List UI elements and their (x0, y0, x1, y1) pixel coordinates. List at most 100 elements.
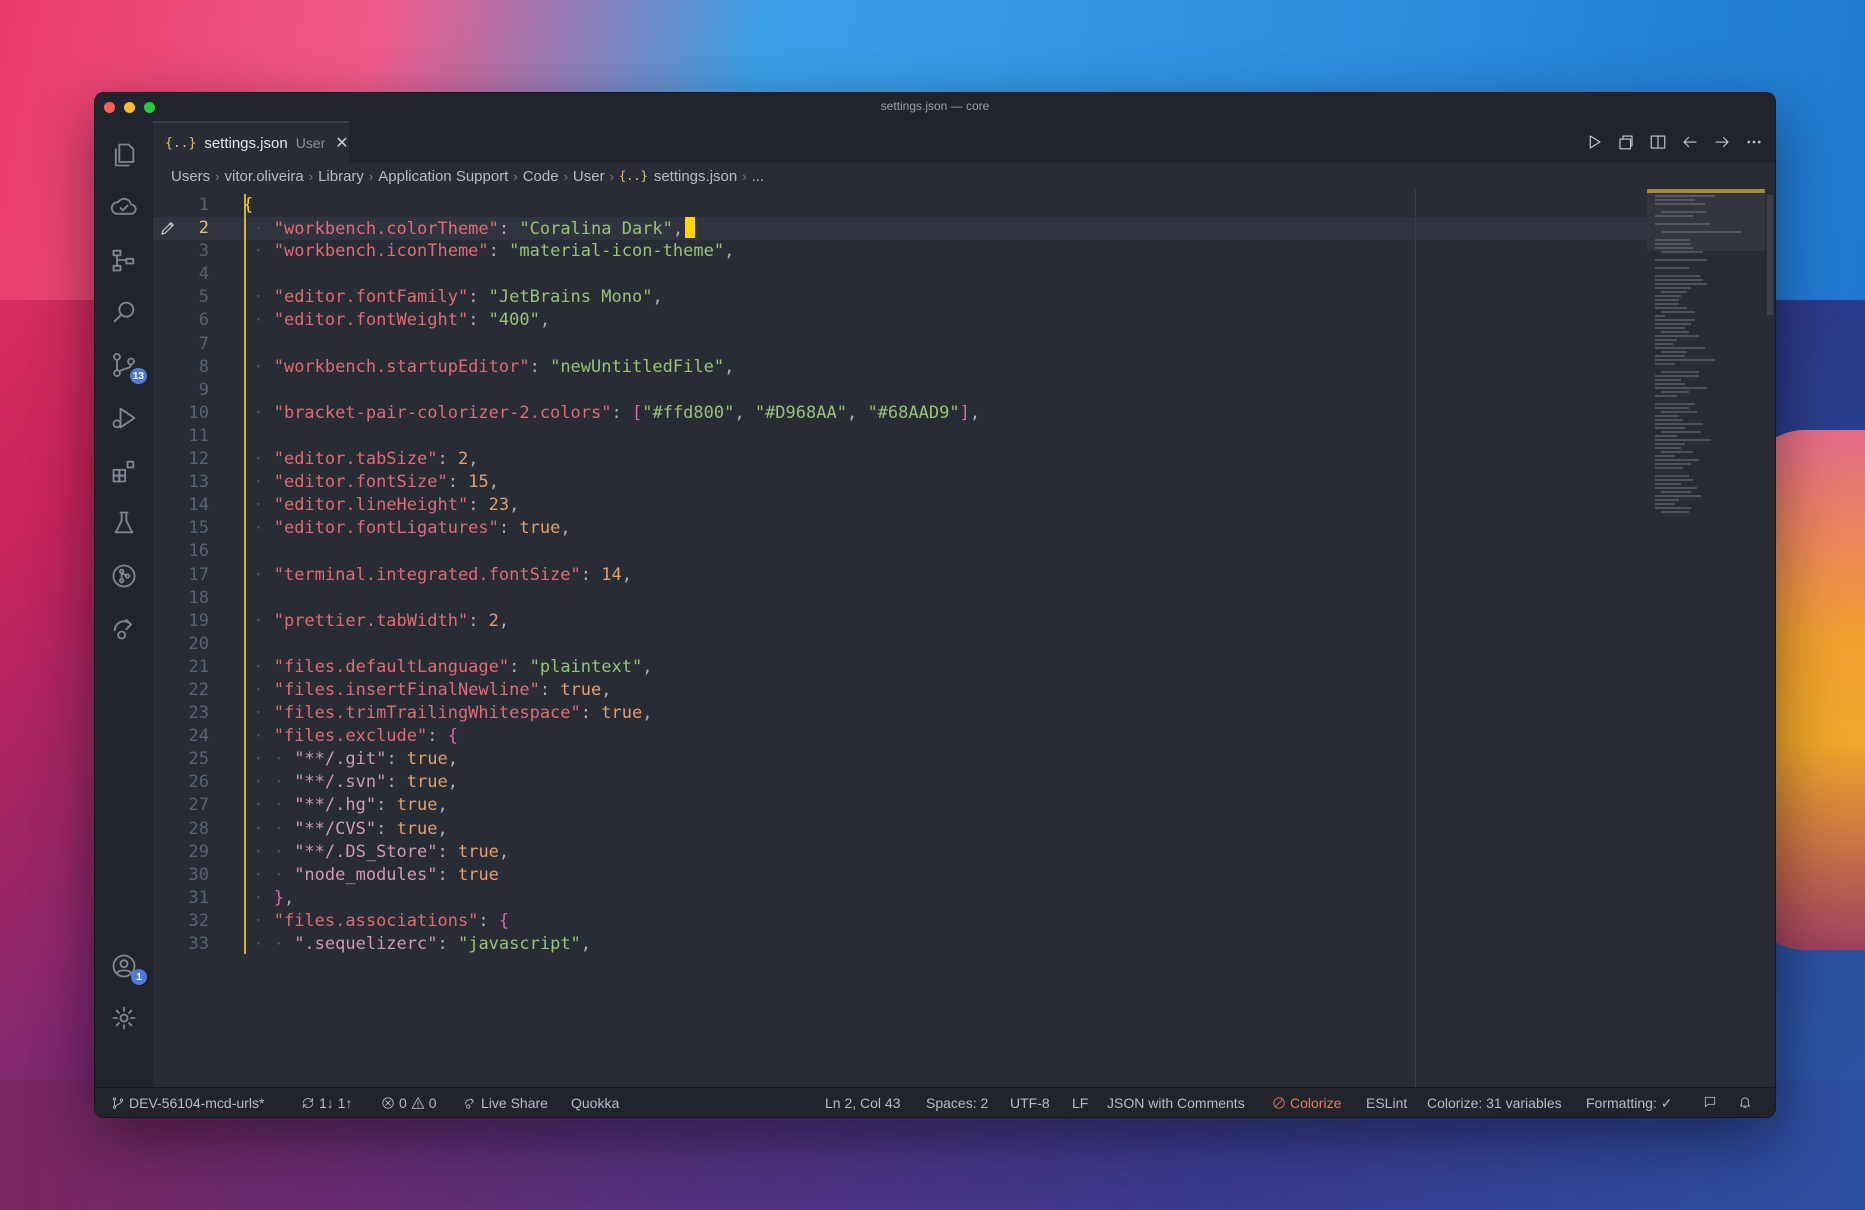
code-line[interactable]: 29 · · "**/.DS_Store": true, (153, 841, 1647, 864)
breadcrumb-item-library[interactable]: Library (318, 168, 364, 185)
explorer-icon[interactable] (107, 138, 141, 172)
minimap-line (1661, 391, 1689, 393)
code-line[interactable]: 5 · "editor.fontFamily": "JetBrains Mono… (153, 286, 1647, 309)
status-eol[interactable]: LF (1072, 1095, 1088, 1111)
breadcrumb-item-users[interactable]: Users (171, 168, 210, 185)
code-line[interactable]: 21 · "files.defaultLanguage": "plaintext… (153, 656, 1647, 679)
minimap-line (1655, 379, 1681, 381)
status-colorize-variables[interactable]: Colorize: 31 variables (1427, 1095, 1562, 1111)
code-line[interactable]: 1{ (153, 194, 1647, 217)
code-line[interactable]: 6 · "editor.fontWeight": "400", (153, 309, 1647, 332)
status-indentation[interactable]: Spaces: 2 (926, 1095, 988, 1111)
breadcrumb-item-file[interactable]: settings.json (654, 168, 737, 185)
code-line[interactable]: 32 · "files.associations": { (153, 910, 1647, 933)
code-line[interactable]: 33 · · ".sequelizerc": "javascript", (153, 933, 1647, 956)
search-icon[interactable] (107, 295, 141, 329)
code-line[interactable]: 24 · "files.exclude": { (153, 725, 1647, 748)
close-tab-icon[interactable]: ✕ (335, 133, 348, 153)
code-token: "prettier.tabWidth" (273, 610, 469, 631)
more-actions-icon[interactable] (1743, 131, 1765, 153)
code-line[interactable]: 9 (153, 379, 1647, 402)
open-changes-icon[interactable] (1615, 131, 1637, 153)
live-share-label: Live Share (481, 1095, 548, 1111)
status-eslint[interactable]: ESLint (1366, 1095, 1407, 1111)
minimap-line (1655, 267, 1689, 269)
minimap[interactable] (1647, 189, 1765, 1087)
whitespace-marker: · (243, 495, 274, 516)
status-quokka[interactable]: Quokka (571, 1095, 619, 1111)
status-cursor-position[interactable]: Ln 2, Col 43 (825, 1095, 901, 1111)
line-number: 20 (188, 633, 209, 654)
code-text: · "editor.fontWeight": "400", (243, 309, 550, 332)
status-colorize[interactable]: Colorize (1272, 1095, 1341, 1111)
code-line[interactable]: 26 · · "**/.svn": true, (153, 771, 1647, 794)
scrollbar-thumb[interactable] (1767, 195, 1773, 315)
accounts-icon[interactable]: 1 (107, 949, 147, 985)
code-line[interactable]: 25 · · "**/.git": true, (153, 748, 1647, 771)
code-line[interactable]: 23 · "files.trimTrailingWhitespace": tru… (153, 702, 1647, 725)
code-line[interactable]: 30 · · "node_modules": true (153, 864, 1647, 887)
code-line[interactable]: 7 (153, 333, 1647, 356)
code-token: , (846, 402, 868, 423)
status-encoding[interactable]: UTF-8 (1010, 1095, 1050, 1111)
status-language-mode[interactable]: JSON with Comments (1107, 1095, 1245, 1111)
settings-gear-icon[interactable] (107, 1001, 141, 1035)
notifications-bell-icon[interactable] (1738, 1095, 1752, 1109)
breadcrumb-item-symbols[interactable]: ... (752, 168, 765, 185)
extensions-icon[interactable] (107, 454, 141, 488)
code-line[interactable]: 20 (153, 633, 1647, 656)
code-line[interactable]: 12 · "editor.tabSize": 2, (153, 448, 1647, 471)
testing-icon[interactable] (107, 506, 141, 540)
code-line[interactable]: 4 (153, 263, 1647, 286)
code-line[interactable]: 3 · "workbench.iconTheme": "material-ico… (153, 240, 1647, 263)
code-line[interactable]: 8 · "workbench.startupEditor": "newUntit… (153, 356, 1647, 379)
code-line[interactable]: 2 · "workbench.colorTheme": "Coralina Da… (153, 217, 1647, 240)
breadcrumb-item-user-folder[interactable]: vitor.oliveira (225, 168, 304, 185)
code-line[interactable]: 11 (153, 425, 1647, 448)
code-line[interactable]: 17 · "terminal.integrated.fontSize": 14, (153, 564, 1647, 587)
text-cursor (685, 217, 696, 239)
status-problems[interactable]: 0 0 (381, 1095, 437, 1111)
minimap-line (1655, 439, 1711, 441)
code-line[interactable]: 18 (153, 587, 1647, 610)
code-editor[interactable]: 1{2 · "workbench.colorTheme": "Coralina … (153, 189, 1647, 1087)
code-line[interactable]: 19 · "prettier.tabWidth": 2, (153, 610, 1647, 633)
vertical-scrollbar[interactable] (1765, 189, 1775, 1087)
code-line[interactable]: 15 · "editor.fontLigatures": true, (153, 517, 1647, 540)
code-line[interactable]: 31 · }, (153, 887, 1647, 910)
workflow-icon[interactable] (107, 243, 141, 277)
run-icon[interactable] (1583, 131, 1605, 153)
code-token: { (498, 910, 510, 931)
code-line[interactable]: 13 · "editor.fontSize": 15, (153, 471, 1647, 494)
tab-settings-json[interactable]: {..} settings.json User ✕ (153, 121, 349, 163)
status-live-share[interactable]: Live Share (463, 1095, 548, 1111)
remote-icon[interactable] (107, 191, 141, 225)
code-token: "JetBrains Mono" (488, 287, 653, 308)
code-line[interactable]: 10 · "bracket-pair-colorizer-2.colors": … (153, 402, 1647, 425)
breadcrumb-item-application-support[interactable]: Application Support (378, 168, 508, 185)
run-debug-icon[interactable] (107, 401, 141, 435)
status-branch[interactable]: DEV-56104-mcd-urls* (111, 1095, 264, 1111)
minimap-line (1661, 231, 1741, 233)
feedback-icon[interactable] (1703, 1095, 1717, 1109)
line-number: 23 (188, 703, 209, 724)
minimap-line (1661, 351, 1687, 353)
split-editor-icon[interactable] (1647, 131, 1669, 153)
breadcrumb-item-user[interactable]: User (573, 168, 605, 185)
minimap-line (1661, 411, 1697, 413)
code-line[interactable]: 28 · · "**/CVS": true, (153, 818, 1647, 841)
go-back-icon[interactable] (1679, 131, 1701, 153)
status-formatting[interactable]: Formatting: ✓ (1586, 1095, 1672, 1112)
breadcrumb-item-code[interactable]: Code (523, 168, 559, 185)
code-line[interactable]: 22 · "files.insertFinalNewline": true, (153, 679, 1647, 702)
source-control-icon[interactable]: 13 (107, 348, 147, 384)
go-forward-icon[interactable] (1711, 131, 1733, 153)
code-line[interactable]: 27 · · "**/.hg": true, (153, 794, 1647, 817)
minimap-line (1655, 319, 1695, 321)
git-graph-icon[interactable] (107, 559, 141, 593)
live-share-icon[interactable] (107, 611, 141, 645)
code-text: · "workbench.iconTheme": "material-icon-… (243, 240, 734, 263)
code-line[interactable]: 16 (153, 540, 1647, 563)
status-sync[interactable]: 1↓ 1↑ (301, 1095, 352, 1111)
code-line[interactable]: 14 · "editor.lineHeight": 23, (153, 494, 1647, 517)
